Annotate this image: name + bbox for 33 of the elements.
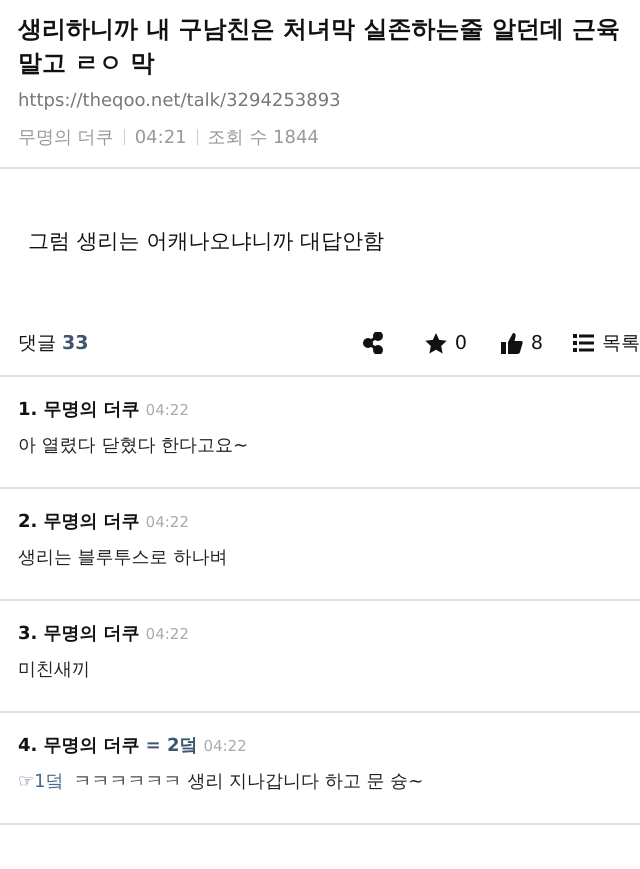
post-body: 그럼 생리는 어캐나오냐니까 대답안함 [28, 229, 384, 253]
post-url[interactable]: https://theqoo.net/talk/3294253893 [18, 90, 622, 111]
star-icon[interactable] [424, 332, 447, 354]
comment-time: 04:22 [146, 513, 189, 531]
post-title: 생리하니까 내 구남친은 처녀막 실존하는줄 알던데 근육말고 ㄹㅇ 막 [18, 14, 622, 79]
comment-time: 04:22 [204, 737, 247, 755]
comment-author: 무명의 더쿠 [43, 622, 140, 645]
post-author: 무명의 더쿠 [18, 126, 114, 149]
comment-text: 미친새끼 [18, 658, 90, 681]
like-count: 8 [530, 332, 543, 354]
star-count: 0 [454, 332, 467, 354]
comment-time: 04:22 [146, 625, 189, 643]
comment-number: 2. [18, 511, 38, 532]
comment-text: ㅋㅋㅋㅋㅋㅋ 생리 지나갑니다 하고 문 슝~ [74, 770, 424, 793]
comment-number: 3. [18, 623, 38, 644]
comment-author: 무명의 더쿠 [43, 398, 140, 421]
comment-number: 4. [18, 735, 38, 756]
comment-text: 아 열렸다 닫혔다 한다고요~ [18, 434, 248, 457]
reply-reference[interactable]: ☞1덬 [18, 769, 64, 793]
share-icon[interactable] [362, 332, 383, 354]
comment-count: 33 [62, 332, 88, 354]
view-count: 조회 수 1844 [208, 126, 319, 149]
comment-text: 생리는 블루투스로 하나벼 [18, 546, 228, 569]
list-link[interactable]: 목록 [602, 330, 640, 356]
comment-time: 04:22 [146, 401, 189, 419]
comment-number: 1. [18, 399, 38, 420]
reply-target[interactable]: = 2덬 [146, 733, 198, 757]
post-time: 04:21 [134, 126, 187, 148]
comments-label: 댓글 [18, 331, 56, 356]
thumbs-up-icon[interactable] [500, 332, 523, 354]
comment-author: 무명의 더쿠 [43, 734, 140, 757]
comment-author: 무명의 더쿠 [43, 510, 140, 533]
list-icon[interactable] [573, 334, 594, 352]
